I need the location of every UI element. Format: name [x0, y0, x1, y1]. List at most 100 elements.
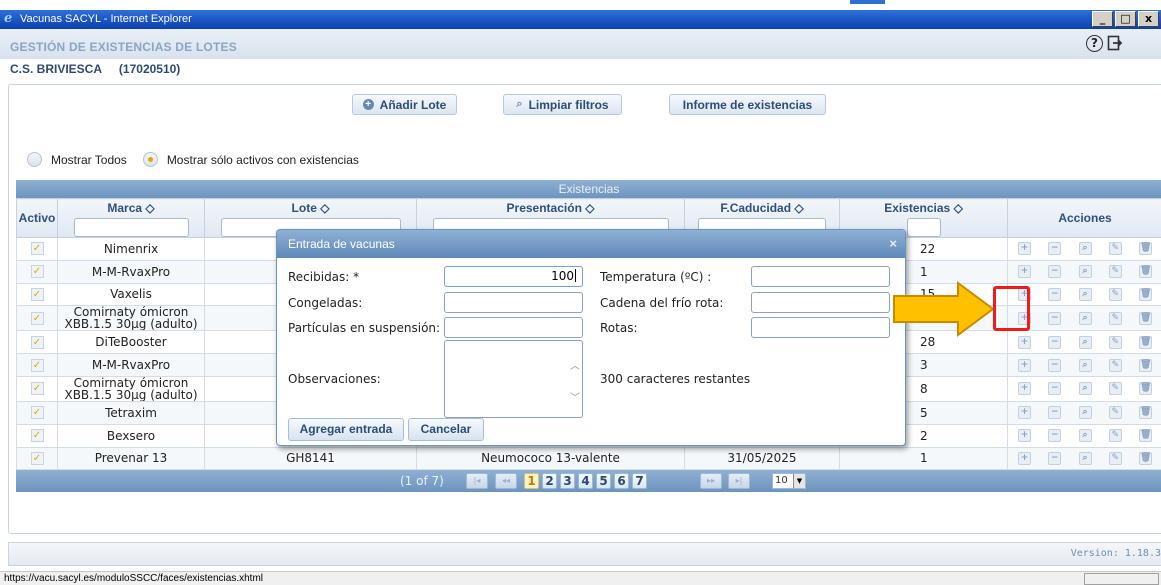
add-icon[interactable]: + — [1018, 242, 1031, 256]
add-icon[interactable]: + — [1018, 358, 1031, 372]
remove-icon[interactable]: − — [1048, 451, 1062, 465]
magnifier-icon[interactable]: ⌕ — [1078, 242, 1092, 256]
add-icon[interactable]: + — [1018, 382, 1031, 396]
edit-icon[interactable]: ✎ — [1108, 265, 1122, 279]
magnifier-icon[interactable]: ⌕ — [1078, 335, 1092, 349]
show-active-radio[interactable] — [142, 152, 158, 167]
remove-icon[interactable]: − — [1048, 287, 1062, 301]
exit-icon[interactable] — [1107, 35, 1123, 51]
row-actions: + − ⌕ ✎ 🗑 — [1010, 429, 1160, 443]
textarea-scrollbar[interactable]: ︿ ﹀ — [568, 341, 582, 417]
edit-icon[interactable]: ✎ — [1108, 242, 1122, 256]
magnifier-icon[interactable]: ⌕ — [1078, 287, 1092, 301]
checkmark-icon: ✓ — [30, 242, 44, 256]
close-button[interactable]: x — [1138, 11, 1159, 27]
edit-icon[interactable]: ✎ — [1108, 406, 1122, 420]
edit-icon[interactable]: ✎ — [1108, 311, 1122, 325]
footer-bar: Version: 1.18.3 — [8, 542, 1161, 566]
page-button-5[interactable]: 5 — [596, 473, 611, 490]
add-icon[interactable]: + — [1018, 429, 1031, 443]
magnifier-icon[interactable]: ⌕ — [1078, 265, 1092, 279]
remove-icon[interactable]: − — [1048, 429, 1062, 443]
activo-cell: ✓ — [16, 423, 58, 448]
dialog-close-icon[interactable]: × — [889, 230, 897, 258]
edit-icon[interactable]: ✎ — [1108, 335, 1122, 349]
recibidas-value: 100 — [551, 269, 574, 283]
show-all-label: Mostrar Todos — [51, 152, 127, 167]
add-icon[interactable]: + — [1018, 335, 1031, 349]
cancel-button[interactable]: Cancelar — [408, 418, 484, 441]
marca-cell: Comirnaty ómicron XBB.1.5 30µg (adulto) — [57, 375, 205, 402]
particulas-input[interactable] — [444, 317, 583, 338]
page-button-3[interactable]: 3 — [560, 473, 575, 490]
page-button-1[interactable]: 1 — [524, 473, 539, 490]
edit-icon[interactable]: ✎ — [1108, 287, 1122, 301]
clear-filters-button[interactable]: ⌕ Limpiar filtros — [503, 94, 622, 115]
add-icon[interactable]: + — [1018, 406, 1031, 420]
prev-page-button[interactable]: ◂◂ — [495, 473, 517, 490]
remove-icon[interactable]: − — [1048, 265, 1062, 279]
top-accent — [850, 0, 885, 4]
maximize-button[interactable]: □ — [1115, 11, 1136, 27]
marca-filter-input[interactable] — [73, 218, 189, 237]
stock-report-button[interactable]: Informe de existencias — [669, 94, 826, 115]
cadena-frio-label: Cadena del frío rota: — [600, 296, 724, 310]
browser-window: e Vacunas SACYL - Internet Explorer _ □ … — [0, 0, 1161, 585]
trash-icon[interactable]: 🗑 — [1139, 429, 1152, 443]
help-icon[interactable]: ? — [1086, 35, 1103, 52]
add-icon[interactable]: + — [1018, 451, 1031, 465]
trash-icon[interactable]: 🗑 — [1139, 451, 1152, 465]
observaciones-textarea[interactable]: ︿ ﹀ — [444, 340, 583, 418]
magnifier-icon[interactable]: ⌕ — [1078, 311, 1092, 325]
recibidas-label: Recibidas: * — [288, 270, 360, 284]
temperatura-input[interactable] — [751, 266, 890, 287]
rows-per-page-select[interactable]: 10 ▼ — [772, 473, 806, 490]
next-page-button[interactable]: ▸▸ — [700, 473, 722, 490]
page-button-4[interactable]: 4 — [578, 473, 593, 490]
trash-icon[interactable]: 🗑 — [1139, 382, 1152, 396]
recibidas-input[interactable]: 100 — [444, 266, 583, 287]
add-lote-button[interactable]: + Añadir Lote — [352, 94, 457, 115]
internet-explorer-icon: e — [4, 11, 13, 26]
edit-icon[interactable]: ✎ — [1108, 382, 1122, 396]
edit-icon[interactable]: ✎ — [1108, 451, 1122, 465]
minimize-button[interactable]: _ — [1092, 11, 1113, 27]
remove-icon[interactable]: − — [1048, 406, 1062, 420]
magnifier-icon[interactable]: ⌕ — [1078, 451, 1092, 465]
caducidad-cell: 31/05/2025 — [684, 446, 840, 471]
trash-icon[interactable]: 🗑 — [1139, 358, 1152, 372]
add-entry-button[interactable]: Agregar entrada — [288, 418, 404, 441]
magnifier-icon[interactable]: ⌕ — [1078, 429, 1092, 443]
col-marca[interactable]: Marca ◇ — [57, 198, 205, 238]
remove-icon[interactable]: − — [1048, 311, 1062, 325]
cadena-frio-input[interactable] — [751, 292, 890, 313]
table-row[interactable]: ✓ Prevenar 13 GH8141 Neumococo 13-valente 31… — [16, 446, 1161, 471]
rows-per-page-value: 10 — [775, 475, 788, 487]
trash-icon[interactable]: 🗑 — [1139, 311, 1152, 325]
edit-icon[interactable]: ✎ — [1108, 429, 1122, 443]
magnifier-icon[interactable]: ⌕ — [1078, 358, 1092, 372]
first-page-button[interactable]: |◂ — [466, 473, 488, 490]
page-button-7[interactable]: 7 — [632, 473, 647, 490]
trash-icon[interactable]: 🗑 — [1139, 242, 1152, 256]
rotas-input[interactable] — [751, 317, 890, 338]
trash-icon[interactable]: 🗑 — [1139, 287, 1152, 301]
trash-icon[interactable]: 🗑 — [1139, 335, 1152, 349]
last-page-button[interactable]: ▸| — [728, 473, 750, 490]
add-icon[interactable]: + — [1018, 265, 1031, 279]
remove-icon[interactable]: − — [1048, 382, 1062, 396]
remove-icon[interactable]: − — [1048, 358, 1062, 372]
trash-icon[interactable]: 🗑 — [1139, 406, 1152, 420]
page-button-2[interactable]: 2 — [542, 473, 557, 490]
existencias-filter-input[interactable] — [906, 218, 941, 237]
version-label: Version: 1.18.3 — [1070, 548, 1161, 559]
remove-icon[interactable]: − — [1048, 242, 1062, 256]
trash-icon[interactable]: 🗑 — [1139, 265, 1152, 279]
edit-icon[interactable]: ✎ — [1108, 358, 1122, 372]
page-button-6[interactable]: 6 — [614, 473, 629, 490]
remove-icon[interactable]: − — [1048, 335, 1062, 349]
magnifier-icon[interactable]: ⌕ — [1078, 406, 1092, 420]
show-all-radio[interactable] — [27, 152, 42, 167]
magnifier-icon[interactable]: ⌕ — [1078, 382, 1092, 396]
congeladas-input[interactable] — [444, 292, 583, 313]
